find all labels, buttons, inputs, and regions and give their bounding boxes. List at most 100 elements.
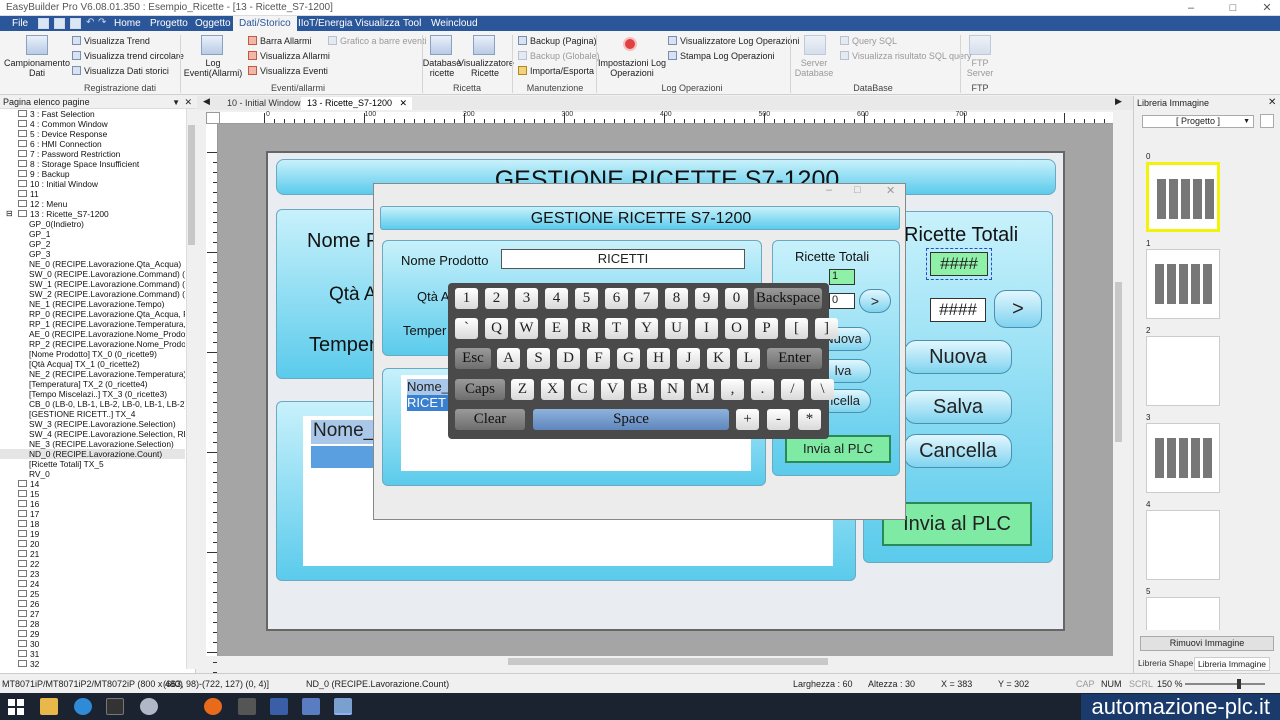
key-l[interactable]: L xyxy=(737,348,760,369)
tree-object-item[interactable]: [Ricette Totali] TX_5 xyxy=(0,459,185,469)
key-z[interactable]: Z xyxy=(511,379,534,400)
key-g[interactable]: G xyxy=(617,348,640,369)
edge-icon[interactable] xyxy=(74,698,92,715)
tree-object-item[interactable]: RV_0 xyxy=(0,469,185,479)
tree-page-item[interactable]: 7 : Password Restriction xyxy=(0,149,185,159)
impostazioni-log-button[interactable]: Impostazioni Log Operazioni xyxy=(598,58,666,78)
tree-page-item[interactable]: 20 xyxy=(0,539,185,549)
hmi-selection-display[interactable]: #### xyxy=(930,298,986,322)
key-n[interactable]: N xyxy=(661,379,684,400)
file-explorer-icon[interactable] xyxy=(40,698,58,715)
image-thumbnail[interactable] xyxy=(1146,336,1220,406)
key-minus[interactable]: - xyxy=(767,409,790,430)
tree-object-item[interactable]: GP_1 xyxy=(0,229,185,239)
visualizza-allarmi-button[interactable]: Visualizza Allarmi xyxy=(248,51,330,62)
key-p[interactable]: P xyxy=(755,318,778,339)
tree-page-item[interactable]: 15 xyxy=(0,489,185,499)
windows-start-icon[interactable] xyxy=(8,699,24,715)
key-q[interactable]: Q xyxy=(485,318,508,339)
tia-portal-icon[interactable] xyxy=(270,698,288,715)
tree-object-item[interactable]: RP_2 (RECIPE.Lavorazione.Nome_Prodott... xyxy=(0,339,185,349)
visualizzatore-log-button[interactable]: Visualizzatore Log Operazioni xyxy=(668,36,799,47)
key-m[interactable]: M xyxy=(691,379,714,400)
tree-object-item[interactable]: [GESTIONE RICETT..] TX_4 xyxy=(0,409,185,419)
tree-page-item[interactable]: 9 : Backup xyxy=(0,169,185,179)
tab-close-icon[interactable]: ✕ xyxy=(400,97,408,110)
key-4[interactable]: 4 xyxy=(545,288,568,309)
barra-allarmi-button[interactable]: Barra Allarmi xyxy=(248,36,312,47)
key-2[interactable]: 2 xyxy=(485,288,508,309)
key-bracket-right[interactable]: ] xyxy=(815,318,838,339)
key-e[interactable]: E xyxy=(545,318,568,339)
redo-icon[interactable]: ↷ xyxy=(98,17,106,28)
tree-page-item[interactable]: 12 : Menu xyxy=(0,199,185,209)
log-eventi-button[interactable]: Log Eventi(Allarmi) xyxy=(182,58,244,78)
tree-page-item[interactable]: 16 xyxy=(0,499,185,509)
key-1[interactable]: 1 xyxy=(455,288,478,309)
tree-object-item[interactable]: CB_0 (LB-0, LB-1, LB-2, LB-0, LB-1, LB-2… xyxy=(0,399,185,409)
tree-page-item[interactable]: 4 : Common Window xyxy=(0,119,185,129)
key-5[interactable]: 5 xyxy=(575,288,598,309)
tab-scroll-left-icon[interactable]: ◀ xyxy=(203,96,210,107)
tree-object-item[interactable]: SW_1 (RECIPE.Lavorazione.Command) (0_... xyxy=(0,279,185,289)
undo-icon[interactable]: ↶ xyxy=(86,17,94,28)
tree-object-item[interactable]: GP_2 xyxy=(0,239,185,249)
key-w[interactable]: W xyxy=(515,318,538,339)
tree-page-item[interactable]: 31 xyxy=(0,649,185,659)
dati-storici-button[interactable]: Visualizza Dati storici xyxy=(72,66,169,77)
key-i[interactable]: I xyxy=(695,318,718,339)
hscroll-thumb[interactable] xyxy=(508,658,828,665)
key-o[interactable]: O xyxy=(725,318,748,339)
tree-scroll-thumb[interactable] xyxy=(188,125,195,245)
hmi-cancella-button[interactable]: Cancella xyxy=(904,434,1012,468)
hmi-salva-button[interactable]: Salva xyxy=(904,390,1012,424)
tab-libreria-shape[interactable]: Libreria Shape xyxy=(1138,658,1193,668)
dialog-selection-display[interactable]: 0 xyxy=(829,293,855,309)
close-icon[interactable]: ✕ xyxy=(1254,0,1280,16)
tree-page-item[interactable]: 30 xyxy=(0,639,185,649)
dropdown-icon[interactable]: ▼ xyxy=(172,96,180,109)
database-ricette-button[interactable]: Database ricette xyxy=(422,58,462,78)
close-pane-icon[interactable]: ✕ xyxy=(184,96,192,109)
key-3[interactable]: 3 xyxy=(515,288,538,309)
tree-page-item[interactable]: 19 xyxy=(0,529,185,539)
stampa-log-button[interactable]: Stampa Log Operazioni xyxy=(668,51,775,62)
key-u[interactable]: U xyxy=(665,318,688,339)
image-thumbnail[interactable] xyxy=(1146,510,1220,580)
tree-page-item[interactable]: ⊟ 13 : Ricette_S7-1200 xyxy=(0,209,185,219)
tree-object-item[interactable]: GP_3 xyxy=(0,249,185,259)
key-k[interactable]: K xyxy=(707,348,730,369)
library-dropdown[interactable]: [ Progetto ] ▼ xyxy=(1142,115,1254,128)
minimize-icon[interactable]: – xyxy=(1178,0,1204,16)
tree-scrollbar[interactable] xyxy=(186,109,196,669)
visualizza-eventi-button[interactable]: Visualizza Eventi xyxy=(248,66,328,77)
menu-home[interactable]: Home xyxy=(108,16,147,31)
easybuilder-icon[interactable] xyxy=(302,698,320,715)
tree-page-item[interactable]: 10 : Initial Window xyxy=(0,179,185,189)
key-c[interactable]: C xyxy=(571,379,594,400)
terminal-icon[interactable] xyxy=(106,698,124,715)
sql-risultato-button[interactable]: Visualizza risultato SQL query xyxy=(840,51,972,62)
tree-object-item[interactable]: SW_2 (RECIPE.Lavorazione.Command) (0_... xyxy=(0,289,185,299)
tab-initial-window[interactable]: 10 - Initial Window xyxy=(221,97,307,110)
visualizza-trend-button[interactable]: Visualizza Trend xyxy=(72,36,150,47)
menu-dati-storico[interactable]: Dati/Storico xyxy=(233,16,297,31)
menu-tool[interactable]: Tool xyxy=(397,16,427,31)
menu-oggetto[interactable]: Oggetto xyxy=(189,16,237,31)
tree-object-item[interactable]: RP_1 (RECIPE.Lavorazione.Temperatura, P.… xyxy=(0,319,185,329)
tree-page-item[interactable]: 14 xyxy=(0,479,185,489)
tree-page-item[interactable]: 3 : Fast Selection xyxy=(0,109,185,119)
qa-open-icon[interactable] xyxy=(70,18,81,29)
key-backspace[interactable]: Backspace xyxy=(754,288,822,309)
visualizzatore-ricette-button[interactable]: Visualizzatore Ricette xyxy=(458,58,514,78)
tree-page-item[interactable]: 5 : Device Response xyxy=(0,129,185,139)
backup-pagina-button[interactable]: Backup (Pagina) xyxy=(518,36,597,47)
hmi-count-display[interactable]: #### xyxy=(926,248,992,280)
tree-object-item[interactable]: NE_3 (RECIPE.Lavorazione.Selection) xyxy=(0,439,185,449)
tree-object-item[interactable]: RP_0 (RECIPE.Lavorazione.Qta_Acqua, PL..… xyxy=(0,309,185,319)
key-t[interactable]: T xyxy=(605,318,628,339)
horizontal-scrollbar[interactable] xyxy=(218,656,1113,667)
key-period[interactable]: . xyxy=(751,379,774,400)
key-v[interactable]: V xyxy=(601,379,624,400)
tree-page-item[interactable]: 17 xyxy=(0,509,185,519)
